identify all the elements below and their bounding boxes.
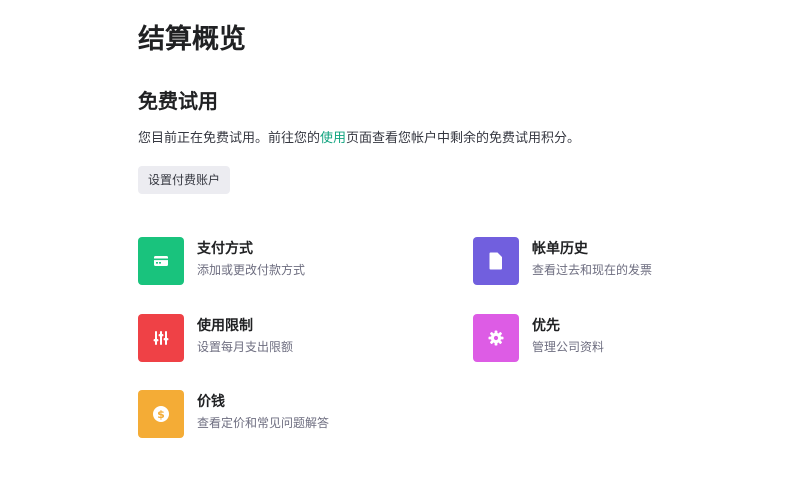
- page-title: 结算概览: [138, 24, 246, 55]
- preferences-text: 优先 管理公司资料: [532, 314, 604, 356]
- setup-paid-account-button[interactable]: 设置付费账户: [138, 166, 231, 194]
- pricing-card[interactable]: $ 价钱 查看定价和常见问题解答: [138, 390, 329, 438]
- pricing-title: 价钱: [197, 394, 225, 410]
- usage-limits-title: 使用限制: [197, 318, 253, 334]
- preferences-subtitle: 管理公司资料: [532, 340, 605, 354]
- preferences-icon-box: [473, 314, 519, 362]
- document-icon: [489, 252, 502, 270]
- payment-methods-card[interactable]: 支付方式 添加或更改付款方式: [138, 237, 305, 285]
- sliders-icon: [153, 331, 169, 345]
- usage-limits-card[interactable]: 使用限制 设置每月支出限额: [138, 314, 293, 362]
- limits-icon-box: [138, 314, 184, 362]
- usage-limits-text: 使用限制 设置每月支出限额: [197, 314, 293, 356]
- pricing-subtitle: 查看定价和常见问题解答: [197, 416, 330, 430]
- usage-link[interactable]: 使用: [320, 131, 346, 146]
- billing-icon-box: [473, 237, 519, 285]
- payment-methods-text: 支付方式 添加或更改付款方式: [197, 237, 305, 279]
- payment-icon-box: [138, 237, 184, 285]
- credit-card-icon: [154, 256, 168, 266]
- free-trial-description: 您目前正在免费试用。前往您的使用页面查看您帐户中剩余的免费试用积分。: [138, 129, 580, 149]
- preferences-title: 优先: [532, 318, 560, 334]
- pricing-icon-box: $: [138, 390, 184, 438]
- svg-text:$: $: [157, 408, 165, 421]
- payment-methods-title: 支付方式: [197, 241, 253, 257]
- desc-text-before: 您目前正在免费试用。前往您的: [138, 131, 321, 146]
- billing-history-card[interactable]: 帐单历史 查看过去和现在的发票: [473, 237, 652, 285]
- usage-limits-subtitle: 设置每月支出限额: [197, 340, 294, 354]
- pricing-text: 价钱 查看定价和常见问题解答: [197, 390, 329, 432]
- gear-icon: [488, 330, 504, 346]
- billing-history-text: 帐单历史 查看过去和现在的发票: [532, 237, 652, 279]
- preferences-card[interactable]: 优先 管理公司资料: [473, 314, 604, 362]
- free-trial-heading: 免费试用: [138, 89, 218, 113]
- payment-methods-subtitle: 添加或更改付款方式: [197, 263, 306, 277]
- billing-history-subtitle: 查看过去和现在的发票: [532, 263, 653, 277]
- desc-text-after: 页面查看您帐户中剩余的免费试用积分。: [346, 131, 581, 146]
- dollar-icon: $: [153, 406, 169, 422]
- billing-history-title: 帐单历史: [532, 241, 588, 257]
